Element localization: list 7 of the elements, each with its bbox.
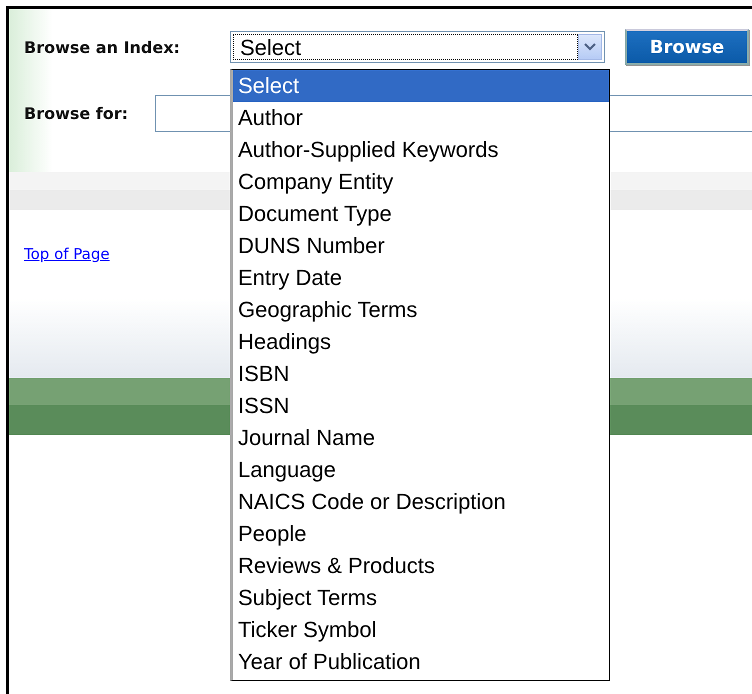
dropdown-option[interactable]: Select <box>233 70 609 102</box>
chevron-down-icon <box>584 43 596 51</box>
top-of-page-link[interactable]: Top of Page <box>24 245 110 263</box>
index-select[interactable]: Select <box>230 31 605 63</box>
browse-for-label: Browse for: <box>24 104 128 123</box>
browse-button[interactable]: Browse <box>625 29 749 65</box>
index-label: Browse an Index: <box>24 38 181 56</box>
